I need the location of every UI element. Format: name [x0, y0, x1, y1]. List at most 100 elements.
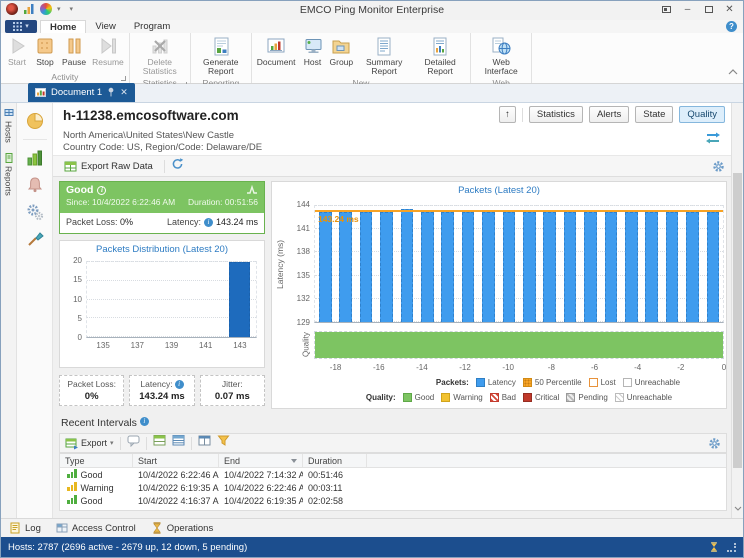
tab-program[interactable]: Program	[125, 20, 179, 33]
statistics-view-button[interactable]: Statistics	[529, 106, 583, 123]
interval-row[interactable]: Good 10/4/2022 6:22:46 AM 10/4/2022 7:14…	[60, 468, 726, 481]
pause-button[interactable]: Pause	[59, 34, 89, 68]
status-info-icon[interactable]: i	[97, 186, 106, 195]
collapse-ribbon-icon[interactable]	[728, 62, 738, 80]
column-header-end[interactable]: End	[219, 454, 303, 467]
intervals-export-button[interactable]: Export ▾	[65, 437, 114, 450]
document-tab-close-icon[interactable]: ✕	[120, 87, 128, 98]
packets-y-axis-label: Latency (ms)	[274, 205, 286, 323]
intervals-settings-gear-icon[interactable]	[708, 437, 721, 450]
detailed-report-button[interactable]: Detailed Report	[412, 34, 468, 78]
new-group-button[interactable]: Group	[327, 34, 357, 68]
delete-statistics-button[interactable]: Delete Statistics	[132, 34, 188, 78]
web-interface-icon	[490, 35, 512, 57]
chart-quick-icon[interactable]	[23, 3, 35, 15]
state-view-button[interactable]: State	[635, 106, 673, 123]
close-icon[interactable]: ✕	[719, 2, 740, 17]
resume-icon	[97, 35, 119, 57]
access-control-icon	[56, 522, 68, 534]
column-header-type[interactable]: Type	[60, 454, 133, 467]
generate-report-button[interactable]: Generate Report	[193, 34, 249, 78]
column-header-duration[interactable]: Duration	[303, 454, 367, 467]
app-menu-grid-icon	[13, 22, 22, 31]
palette-dropdown-icon[interactable]: ▾	[57, 6, 61, 13]
resume-button[interactable]: Resume	[89, 34, 127, 68]
minimize-icon[interactable]: –	[677, 2, 698, 17]
start-button[interactable]: Start	[3, 34, 31, 68]
customize-toolbar-icon[interactable]: ▾	[70, 6, 74, 13]
summary-report-button[interactable]: Summary Report	[356, 34, 412, 78]
recent-intervals-title: Recent Intervals i	[61, 417, 149, 429]
sidebar-tab-hosts[interactable]: Hosts	[4, 108, 14, 143]
dock-window-icon[interactable]	[656, 2, 677, 17]
filter-icon[interactable]	[217, 434, 230, 452]
new-host-button[interactable]: Host	[299, 34, 327, 68]
group-label-activity: Activity	[3, 72, 127, 83]
packet-loss-metric: Packet Loss: 0%	[59, 375, 124, 406]
app-icon[interactable]	[6, 3, 18, 15]
scrollbar-thumb[interactable]	[733, 173, 742, 468]
comment-icon[interactable]	[127, 434, 140, 452]
recent-intervals-info-icon[interactable]: i	[140, 417, 149, 426]
column-header-start[interactable]: Start	[133, 454, 219, 467]
status-duration: Duration: 00:51:56	[188, 197, 258, 207]
view-icon-strip	[17, 103, 53, 518]
unreachable-swatch-icon	[623, 378, 632, 387]
new-group-label: Group	[330, 58, 354, 67]
maximize-icon[interactable]	[698, 2, 719, 17]
latency-metric-info-icon[interactable]: i	[175, 380, 184, 389]
state-history-icon[interactable]	[246, 185, 258, 195]
tab-home[interactable]: Home	[40, 20, 86, 33]
swap-panels-icon[interactable]	[705, 131, 721, 149]
sidebar-tab-reports[interactable]: Reports	[4, 153, 14, 196]
quality-settings-gear-icon[interactable]	[712, 160, 725, 173]
table-view-icon[interactable]	[153, 434, 166, 452]
summary-report-icon	[373, 35, 395, 57]
new-document-button[interactable]: Document	[254, 34, 299, 68]
grid-view-icon[interactable]	[172, 434, 185, 452]
style-brush-icon[interactable]	[26, 230, 44, 248]
help-icon[interactable]: ?	[726, 21, 737, 32]
stop-button[interactable]: Stop	[31, 34, 59, 68]
vertical-scrollbar[interactable]	[731, 103, 743, 518]
legend-unreachable-packets: Unreachable	[623, 378, 680, 387]
tab-view[interactable]: View	[86, 20, 124, 33]
log-tab[interactable]: Log	[9, 522, 41, 534]
status-card-header: Good i Since: 10/4/2022 6:22:46 AM Durat…	[60, 182, 264, 213]
scrollbar-chevron-icon[interactable]	[734, 498, 742, 516]
status-packet-loss: Packet Loss: 0%	[66, 217, 133, 227]
resize-grip[interactable]	[727, 543, 736, 552]
refresh-icon[interactable]	[171, 157, 184, 175]
interval-row[interactable]: Warning 10/4/2022 6:19:35 AM 10/4/2022 6…	[60, 481, 726, 494]
lost-swatch-icon	[589, 378, 598, 387]
quality-pie-icon[interactable]	[26, 112, 44, 130]
columns-icon[interactable]	[198, 434, 211, 452]
distribution-y-axis: 05101520	[60, 261, 85, 338]
side-dock-tabs: Hosts Reports	[1, 103, 17, 518]
web-interface-button[interactable]: Web Interface	[473, 34, 529, 78]
latency-info-icon[interactable]: i	[204, 218, 213, 227]
app-menu-button[interactable]: ▾	[5, 20, 37, 33]
export-raw-data-button[interactable]: Export Raw Data	[59, 159, 158, 174]
palette-icon[interactable]	[40, 3, 52, 15]
quality-view-button[interactable]: Quality	[679, 106, 725, 123]
group-folder-icon	[330, 35, 352, 57]
good-swatch-icon	[403, 393, 412, 402]
operations-tab[interactable]: Operations	[151, 522, 213, 534]
alerts-view-button[interactable]: Alerts	[589, 106, 629, 123]
alerts-bell-icon[interactable]	[26, 176, 44, 194]
packets-distribution-chart: Packets Distribution (Latest 20) 0510152…	[59, 240, 265, 368]
toolbar-separator	[164, 160, 165, 173]
interval-row[interactable]: Good 10/4/2022 4:16:37 AM * 10/4/2022 6:…	[60, 494, 726, 507]
hosts-tab-label: Hosts	[4, 121, 14, 143]
status-card: Good i Since: 10/4/2022 6:22:46 AM Durat…	[59, 181, 265, 234]
document-icon	[265, 35, 287, 57]
document-tab[interactable]: Document 1 ✕	[28, 83, 135, 102]
collapse-header-button[interactable]: ↑	[499, 106, 516, 123]
statistics-bars-icon[interactable]	[26, 149, 44, 167]
access-control-tab[interactable]: Access Control	[56, 522, 136, 534]
activity-dialog-launcher-icon[interactable]	[121, 76, 126, 81]
state-gears-icon[interactable]	[26, 203, 44, 221]
legend-pending: Pending	[566, 393, 607, 402]
pin-icon[interactable]	[107, 87, 115, 98]
